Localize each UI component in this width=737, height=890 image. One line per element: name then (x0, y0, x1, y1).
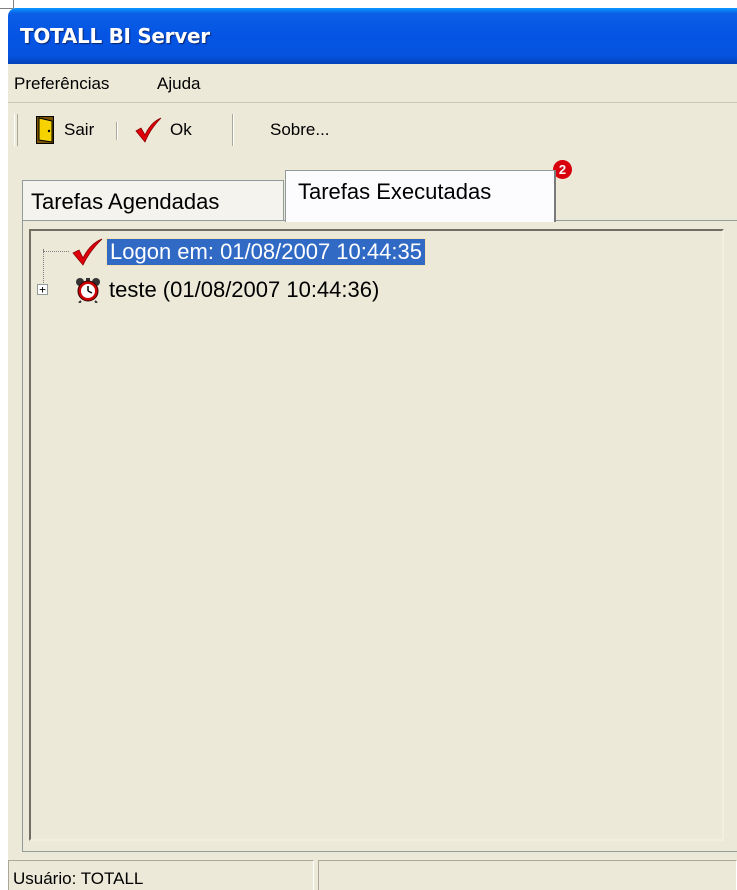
tree-node-label: Logon em: 01/08/2007 10:44:35 (106, 238, 426, 266)
tree-node-label: teste (01/08/2007 10:44:36) (109, 277, 380, 302)
ok-button[interactable]: Ok (134, 110, 192, 150)
status-bar: Usuário: TOTALL (8, 860, 737, 890)
tab-label: Tarefas Agendadas (31, 189, 220, 214)
toolbar-separator (116, 122, 117, 140)
status-user: Usuário: TOTALL (13, 869, 144, 888)
tab-strip: Tarefas Agendadas Tarefas Executadas 2 (8, 158, 737, 222)
menu-bar: Preferências Ajuda (8, 64, 737, 103)
menu-preferences[interactable]: Preferências (14, 74, 109, 94)
tab-label: Tarefas Executadas (298, 179, 492, 204)
window-title: TOTALL BI Server (20, 24, 210, 48)
menu-help[interactable]: Ajuda (157, 74, 200, 94)
checkmark-icon (71, 238, 103, 266)
checkmark-icon (134, 117, 162, 143)
tab-scheduled-tasks[interactable]: Tarefas Agendadas (22, 180, 284, 220)
tree-node[interactable]: teste (01/08/2007 10:44:36) (31, 275, 379, 305)
about-button[interactable]: Sobre... (270, 110, 330, 150)
status-panel-secondary (318, 860, 737, 890)
task-tree[interactable]: Logon em: 01/08/2007 10:44:35 + teste (0… (29, 229, 724, 841)
status-panel-user: Usuário: TOTALL (8, 860, 314, 890)
toolbar-grip[interactable] (14, 114, 18, 146)
ok-button-label: Ok (170, 120, 192, 139)
tab-executed-tasks[interactable]: Tarefas Executadas (285, 170, 556, 222)
tree-node[interactable]: Logon em: 01/08/2007 10:44:35 (31, 237, 426, 267)
tab-panel: Logon em: 01/08/2007 10:44:35 + teste (0… (22, 220, 737, 852)
exit-button-label: Sair (64, 120, 95, 139)
app-window: TOTALL BI Server Preferências Ajuda Sair (8, 8, 737, 890)
door-exit-icon (36, 116, 54, 144)
toolbar-separator (232, 114, 233, 146)
exit-button[interactable]: Sair (36, 110, 94, 150)
alarm-clock-icon (75, 277, 101, 304)
toolbar: Sair Ok Sobre... (8, 104, 737, 156)
about-button-label: Sobre... (270, 120, 330, 139)
title-bar[interactable]: TOTALL BI Server (8, 8, 737, 64)
